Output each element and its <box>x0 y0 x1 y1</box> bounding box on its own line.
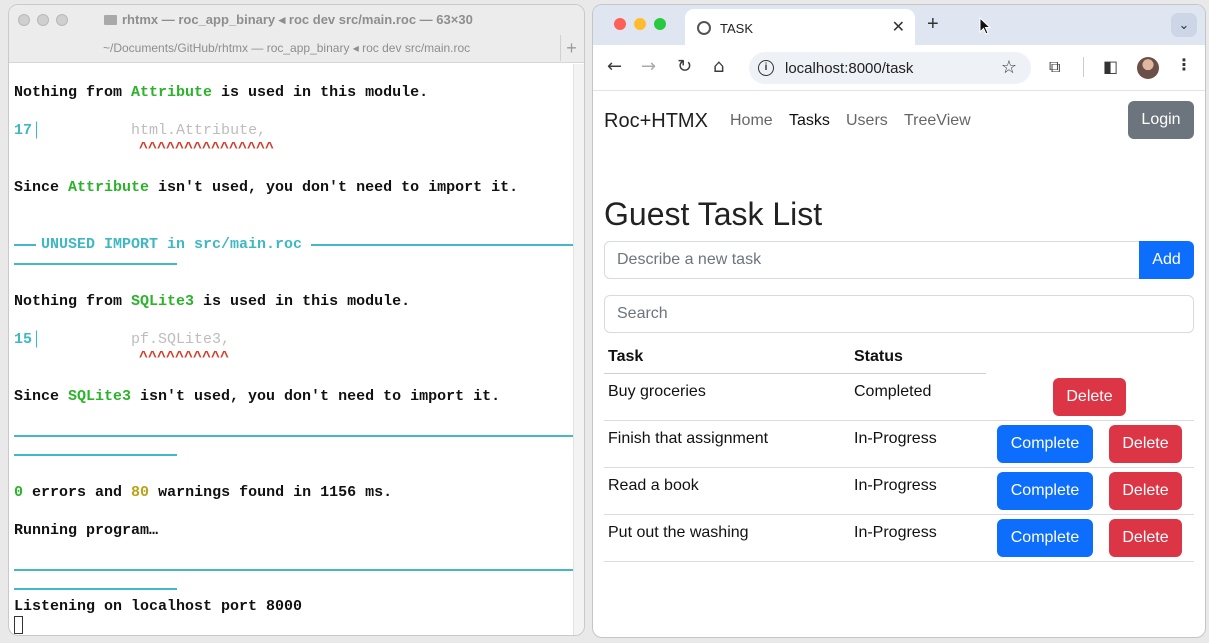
browser-tabstrip: TASK ✕ + ⌄ <box>593 5 1205 45</box>
terminal-section-header: UNUSED IMPORT in src/main.roc <box>41 236 303 253</box>
table-row: Buy groceries Completed Delete <box>604 374 1194 421</box>
terminal-code-line: 15│ pf.SQLite3, <box>14 331 231 348</box>
complete-button[interactable]: Complete <box>997 519 1093 557</box>
zoom-window-button[interactable] <box>654 18 666 30</box>
terminal-listening: Listening on localhost port 8000 <box>14 598 303 615</box>
terminal-rule <box>311 244 575 246</box>
globe-icon <box>697 21 711 35</box>
terminal-tab-title[interactable]: ~/Documents/GitHub/rhtmx — roc_app_binar… <box>103 41 470 55</box>
kebab-menu-icon[interactable]: ⋮ <box>1176 55 1192 74</box>
mouse-pointer-icon <box>979 17 991 35</box>
terminal-title-text: rhtmx — roc_app_binary ◂ roc dev src/mai… <box>122 12 473 27</box>
url-text[interactable]: localhost:8000/task <box>785 60 913 77</box>
zoom-window-button[interactable] <box>56 14 68 26</box>
terminal-line: Nothing from Attribute is used in this m… <box>14 84 429 101</box>
terminal-rule <box>14 454 177 456</box>
terminal-title: rhtmx — roc_app_binary ◂ roc dev src/mai… <box>104 12 473 28</box>
delete-button[interactable]: Delete <box>1109 472 1182 510</box>
task-status: Completed <box>854 383 932 400</box>
folder-icon <box>104 15 117 25</box>
terminal-rule <box>14 588 177 590</box>
tab-search-chevron-icon[interactable]: ⌄ <box>1171 13 1197 37</box>
table-row: Read a book In-Progress Complete Delete <box>604 468 1194 515</box>
table-row: Finish that assignment In-Progress Compl… <box>604 421 1194 468</box>
minimize-window-button[interactable] <box>634 18 646 30</box>
terminal-window: rhtmx — roc_app_binary ◂ roc dev src/mai… <box>8 4 585 636</box>
complete-button[interactable]: Complete <box>997 472 1093 510</box>
column-header-task: Task <box>608 348 644 365</box>
terminal-cursor <box>14 616 23 634</box>
brand-logo[interactable]: Roc+HTMX <box>604 110 708 133</box>
new-terminal-tab-button[interactable]: + <box>560 35 582 61</box>
complete-button[interactable]: Complete <box>997 425 1093 463</box>
terminal-line: Since Attribute isn't used, you don't ne… <box>14 179 519 196</box>
delete-button[interactable]: Delete <box>1109 425 1182 463</box>
close-window-button[interactable] <box>614 18 626 30</box>
terminal-rule <box>14 569 575 571</box>
nav-users[interactable]: Users <box>846 112 888 130</box>
login-button[interactable]: Login <box>1128 101 1194 139</box>
browser-tab[interactable]: TASK ✕ <box>685 9 915 45</box>
avatar[interactable] <box>1137 57 1159 79</box>
close-window-button[interactable] <box>18 14 30 26</box>
terminal-summary: 0 errors and 80 warnings found in 1156 m… <box>14 484 393 501</box>
star-icon[interactable]: ☆ <box>1001 57 1017 78</box>
sidebar-icon[interactable]: ◧ <box>1103 57 1118 76</box>
task-status: In-Progress <box>854 477 937 494</box>
task-name: Read a book <box>608 477 699 494</box>
tab-title: TASK <box>720 21 753 36</box>
browser-window: TASK ✕ + ⌄ ← → ↻ ⌂ i localhost:8000/task… <box>592 4 1206 638</box>
terminal-rule <box>14 244 36 246</box>
delete-button[interactable]: Delete <box>1109 519 1182 557</box>
page-content: Roc+HTMX Home Tasks Users TreeView Login… <box>593 92 1205 637</box>
terminal-line: Nothing from SQLite3 is used in this mod… <box>14 293 411 310</box>
search-input[interactable] <box>604 295 1194 333</box>
reload-icon[interactable]: ↻ <box>677 56 692 77</box>
extensions-icon[interactable]: ⧉ <box>1049 57 1060 77</box>
table-row: Put out the washing In-Progress Complete… <box>604 515 1194 562</box>
nav-tasks[interactable]: Tasks <box>789 112 830 130</box>
terminal-rule <box>14 435 575 437</box>
terminal-window-controls <box>18 14 68 26</box>
terminal-error-carets: ^^^^^^^^^^ <box>139 349 230 366</box>
delete-button[interactable]: Delete <box>1053 378 1126 416</box>
home-icon[interactable]: ⌂ <box>713 56 724 77</box>
task-status: In-Progress <box>854 524 937 541</box>
terminal-output[interactable]: Nothing from Attribute is used in this m… <box>9 64 575 635</box>
terminal-rule <box>14 263 177 265</box>
task-status: In-Progress <box>854 430 937 447</box>
info-icon[interactable]: i <box>758 60 774 76</box>
column-header-status: Status <box>854 348 903 365</box>
terminal-error-carets: ^^^^^^^^^^^^^^^ <box>139 140 275 157</box>
new-tab-icon[interactable]: + <box>927 13 939 36</box>
address-bar[interactable]: i localhost:8000/task ☆ <box>749 52 1031 84</box>
browser-window-controls <box>614 18 666 30</box>
terminal-line: Since SQLite3 isn't used, you don't need… <box>14 388 501 405</box>
add-task-button[interactable]: Add <box>1139 241 1194 279</box>
task-name: Put out the washing <box>608 524 749 541</box>
terminal-code-line: 17│ html.Attribute, <box>14 122 267 139</box>
minimize-window-button[interactable] <box>37 14 49 26</box>
back-arrow-icon[interactable]: ← <box>607 56 622 77</box>
terminal-titlebar: rhtmx — roc_app_binary ◂ roc dev src/mai… <box>9 5 584 63</box>
terminal-running: Running program… <box>14 522 159 539</box>
task-name: Finish that assignment <box>608 430 769 447</box>
page-title: Guest Task List <box>604 196 823 232</box>
nav-home[interactable]: Home <box>730 112 773 130</box>
close-tab-icon[interactable]: ✕ <box>892 17 905 37</box>
toolbar-divider <box>1083 57 1084 77</box>
browser-toolbar: ← → ↻ ⌂ i localhost:8000/task ☆ ⧉ ◧ ⋮ <box>593 45 1205 91</box>
forward-arrow-icon[interactable]: → <box>641 56 656 77</box>
new-task-input[interactable] <box>604 241 1140 279</box>
nav-treeview[interactable]: TreeView <box>904 112 971 130</box>
task-name: Buy groceries <box>608 383 706 400</box>
terminal-scrollbar[interactable] <box>573 64 584 635</box>
